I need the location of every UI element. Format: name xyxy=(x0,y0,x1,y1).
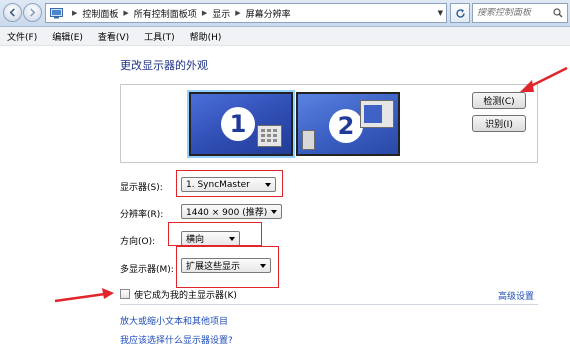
control-panel-icon xyxy=(50,7,63,18)
display-label: 显示器(S): xyxy=(120,183,163,193)
which-settings-link[interactable]: 我应该选择什么显示器设置? xyxy=(120,333,233,346)
page-title: 更改显示器的外观 xyxy=(120,59,208,72)
breadcrumb-separator: ▶ xyxy=(123,9,129,17)
menu-bar: 文件(F) 编辑(E) 查看(V) 工具(T) 帮助(H) xyxy=(0,27,570,46)
resolution-select[interactable]: 1440 × 900 (推荐) xyxy=(181,204,282,219)
back-button[interactable] xyxy=(3,3,22,22)
menu-help[interactable]: 帮助(H) xyxy=(190,30,222,43)
resolution-label: 分辨率(R): xyxy=(120,210,164,220)
menu-view[interactable]: 查看(V) xyxy=(98,30,129,43)
breadcrumb-item-resolution[interactable]: 屏幕分辨率 xyxy=(246,7,291,20)
orientation-label: 方向(O): xyxy=(120,237,156,247)
breadcrumb-item-all-items[interactable]: 所有控制面板项 xyxy=(134,7,197,20)
annotation-arrows xyxy=(54,66,568,303)
highlight-box xyxy=(176,246,279,288)
search-icon[interactable] xyxy=(553,8,563,18)
breadcrumb-item-display[interactable]: 显示 xyxy=(212,7,230,20)
monitor-preview-panel: 1 2 检测(C) 识别(I) xyxy=(120,84,538,163)
search-box[interactable] xyxy=(472,3,568,23)
address-bar: ▶ 控制面板 ▶ 所有控制面板项 ▶ 显示 ▶ 屏幕分辨率 ▼ xyxy=(0,0,570,27)
breadcrumb-separator: ▶ xyxy=(235,9,241,17)
monitor-1-tile[interactable]: 1 xyxy=(187,90,295,158)
window-icon xyxy=(302,130,315,150)
text-size-link[interactable]: 放大或缩小文本和其他项目 xyxy=(120,314,228,327)
divider xyxy=(120,304,538,305)
red-arrow-icon xyxy=(54,288,114,303)
highlight-box xyxy=(168,222,262,246)
breadcrumb[interactable]: ▶ 控制面板 ▶ 所有控制面板项 ▶ 显示 ▶ 屏幕分辨率 ▼ xyxy=(45,3,447,23)
refresh-button[interactable] xyxy=(450,3,470,23)
arrow-right-icon xyxy=(30,8,36,17)
primary-display-checkbox[interactable] xyxy=(120,289,130,299)
chevron-down-icon xyxy=(271,210,277,214)
multiple-displays-label: 多显示器(M): xyxy=(120,265,174,275)
refresh-icon xyxy=(455,8,465,18)
menu-tools[interactable]: 工具(T) xyxy=(144,30,175,43)
primary-display-checkbox-label[interactable]: 使它成为我的主显示器(K) xyxy=(134,288,237,301)
breadcrumb-separator: ▶ xyxy=(72,9,78,17)
monitor-number-1: 1 xyxy=(221,107,255,141)
window-icon xyxy=(360,100,394,128)
monitor-number-2: 2 xyxy=(329,109,363,143)
breadcrumb-separator: ▶ xyxy=(201,9,208,17)
monitor-2-tile[interactable]: 2 xyxy=(296,92,400,156)
grid-icon xyxy=(261,129,277,142)
search-input[interactable] xyxy=(473,8,553,18)
highlight-box xyxy=(176,170,283,197)
advanced-settings-link[interactable]: 高级设置 xyxy=(498,289,534,302)
resolution-select-value: 1440 × 900 (推荐) xyxy=(186,208,268,218)
taskbar-window-icon xyxy=(257,125,282,147)
forward-button[interactable] xyxy=(23,3,42,22)
arrow-left-icon xyxy=(9,8,15,17)
chevron-down-icon[interactable]: ▼ xyxy=(438,9,443,17)
menu-edit[interactable]: 编辑(E) xyxy=(52,30,83,43)
breadcrumb-item-control-panel[interactable]: 控制面板 xyxy=(82,7,118,20)
menu-file[interactable]: 文件(F) xyxy=(7,30,37,43)
detect-button[interactable]: 检测(C) xyxy=(472,92,526,109)
identify-button[interactable]: 识别(I) xyxy=(472,115,526,132)
